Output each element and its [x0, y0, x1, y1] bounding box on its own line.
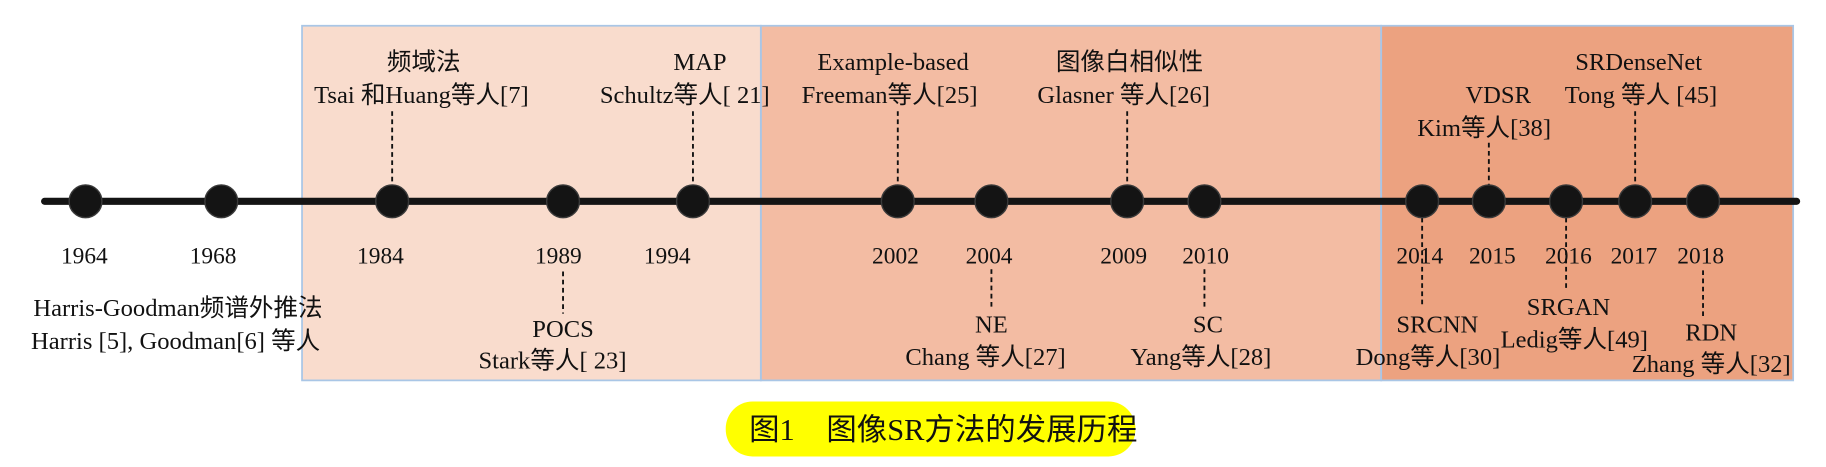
method-label-2014: SRCNN [1396, 311, 1478, 338]
year-label-2015: 2015 [1469, 243, 1516, 269]
year-label-2016: 2016 [1545, 243, 1592, 269]
year-label-2017: 2017 [1611, 243, 1658, 269]
year-label-1984: 1984 [357, 243, 404, 269]
node-2004 [974, 184, 1009, 219]
node-2014 [1405, 184, 1440, 219]
figure-caption: 图1 图像SR方法的发展历程 [725, 401, 1137, 457]
node-2009 [1110, 184, 1145, 219]
author-label-1989: Stark等人[ 23] [478, 347, 626, 375]
node-1964 [68, 184, 103, 219]
year-label-1989: 1989 [535, 243, 582, 269]
method-label-2009: 图像白相似性 [1056, 48, 1203, 76]
node-1994 [675, 184, 711, 219]
author-label-2004: Chang 等人[27] [905, 343, 1065, 371]
sr-methods-timeline-diagram: 1964 1968 1984 1989 1994 2002 2004 2009 … [31, 24, 1801, 457]
year-label-2009: 2009 [1100, 243, 1147, 269]
author-label-2002: Freeman等人[25] [802, 81, 978, 109]
author-label-1964: Harris [5], Goodman[6] 等人 [31, 327, 320, 355]
author-label-2018: Zhang 等人[32] [1632, 350, 1791, 378]
method-label-2002: Example-based [817, 49, 968, 76]
author-label-1994: Schultz等人[ 21] [600, 81, 770, 109]
node-2002 [880, 184, 915, 219]
method-label-2010: SC [1193, 311, 1223, 338]
method-label-1964: Harris-Goodman频谱外推法 [33, 294, 322, 322]
author-label-2017: Tong 等人 [45] [1565, 81, 1717, 109]
year-label-2002: 2002 [872, 243, 919, 269]
author-label-2009: Glasner 等人[26] [1037, 81, 1210, 109]
node-2016 [1549, 184, 1584, 219]
node-2018 [1685, 184, 1721, 219]
node-2010 [1187, 184, 1222, 219]
year-label-1968: 1968 [190, 243, 237, 269]
author-label-2014: Dong等人[30] [1356, 343, 1501, 371]
year-label-2004: 2004 [966, 243, 1013, 269]
author-label-1984: Tsai 和Huang等人[7] [314, 81, 529, 109]
node-2017 [1618, 184, 1653, 219]
year-label-1964: 1964 [61, 243, 108, 269]
node-1989 [545, 184, 581, 219]
method-label-2016: SRGAN [1527, 294, 1611, 321]
method-label-2015: VDSR [1465, 82, 1531, 109]
year-label-2018: 2018 [1677, 243, 1724, 269]
year-label-2014: 2014 [1396, 243, 1443, 269]
method-label-2018: RDN [1685, 320, 1737, 347]
caption-title: 图像SR方法的发展历程 [826, 413, 1137, 447]
method-label-1994: MAP [673, 49, 726, 76]
method-label-1984: 频域法 [387, 48, 461, 76]
year-label-2010: 2010 [1182, 243, 1229, 269]
method-label-2017: SRDenseNet [1575, 49, 1702, 76]
node-2015 [1471, 184, 1506, 219]
author-label-2016: Ledig等人[49] [1501, 326, 1648, 354]
author-label-2015: Kim等人[38] [1417, 114, 1551, 142]
caption-figure-number: 图1 [749, 413, 795, 447]
year-label-1994: 1994 [644, 243, 691, 269]
method-label-1989: POCS [532, 316, 593, 343]
node-1968 [204, 184, 239, 219]
method-label-2004: NE [975, 311, 1008, 338]
node-1984 [375, 184, 410, 219]
author-label-2010: Yang等人[28] [1131, 343, 1272, 371]
